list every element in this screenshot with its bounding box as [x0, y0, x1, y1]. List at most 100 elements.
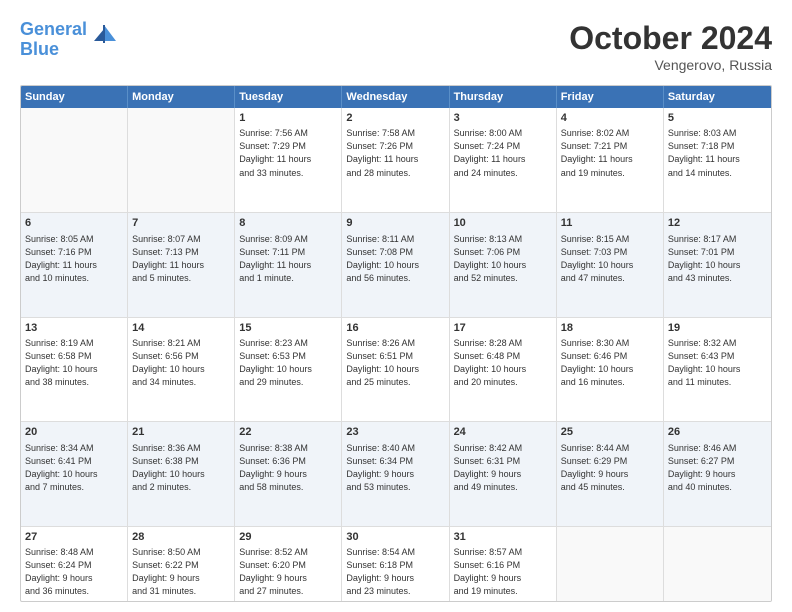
day-cell-13: 13Sunrise: 8:19 AM Sunset: 6:58 PM Dayli… — [21, 318, 128, 421]
day-cell-5: 5Sunrise: 8:03 AM Sunset: 7:18 PM Daylig… — [664, 108, 771, 212]
day-info: Sunrise: 8:15 AM Sunset: 7:03 PM Dayligh… — [561, 234, 634, 283]
day-info: Sunrise: 8:19 AM Sunset: 6:58 PM Dayligh… — [25, 338, 98, 387]
day-cell-1: 1 Sunrise: 7:56 AM Sunset: 7:29 PM Daylig… — [235, 108, 342, 212]
day-cell-31: 31 Sunrise: 8:57 AM Sunset: 6:16 PM Dayli… — [450, 527, 557, 602]
day-info: Sunrise: 8:54 AM Sunset: 6:18 PM Dayligh… — [346, 547, 415, 596]
day-info: Sunrise: 8:57 AM Sunset: 6:16 PM Dayligh… — [454, 547, 523, 596]
header-day-thursday: Thursday — [450, 86, 557, 108]
month-title: October 2024 — [569, 20, 772, 57]
day-cell-3: 3 Sunrise: 8:00 AM Sunset: 7:24 PM Daylig… — [450, 108, 557, 212]
day-info: Sunrise: 8:48 AM Sunset: 6:24 PM Dayligh… — [25, 547, 94, 596]
day-number: 18 — [561, 321, 659, 336]
empty-cell — [128, 108, 235, 212]
day-cell-17: 17 Sunrise: 8:28 AM Sunset: 6:48 PM Dayli… — [450, 318, 557, 421]
day-number: 23 — [346, 425, 444, 440]
day-info: Sunrise: 8:11 AM Sunset: 7:08 PM Dayligh… — [346, 234, 419, 283]
day-cell-9: 9 Sunrise: 8:11 AM Sunset: 7:08 PM Daylig… — [342, 213, 449, 316]
day-number: 10 — [454, 216, 552, 231]
day-cell-29: 29 Sunrise: 8:52 AM Sunset: 6:20 PM Dayli… — [235, 527, 342, 602]
logo-icon — [90, 21, 118, 54]
day-info: Sunrise: 8:44 AM Sunset: 6:29 PM Dayligh… — [561, 443, 630, 492]
day-cell-7: 7Sunrise: 8:07 AM Sunset: 7:13 PM Daylig… — [128, 213, 235, 316]
day-info: Sunrise: 8:50 AM Sunset: 6:22 PM Dayligh… — [132, 547, 201, 596]
calendar: SundayMondayTuesdayWednesdayThursdayFrid… — [20, 85, 772, 602]
day-cell-25: 25 Sunrise: 8:44 AM Sunset: 6:29 PM Dayli… — [557, 422, 664, 525]
day-info: Sunrise: 8:30 AM Sunset: 6:46 PM Dayligh… — [561, 338, 634, 387]
day-info: Sunrise: 8:00 AM Sunset: 7:24 PM Dayligh… — [454, 128, 526, 177]
logo-general: General — [20, 19, 87, 39]
day-number: 6 — [25, 216, 123, 231]
day-number: 15 — [239, 321, 337, 336]
day-cell-15: 15 Sunrise: 8:23 AM Sunset: 6:53 PM Dayli… — [235, 318, 342, 421]
subtitle: Vengerovo, Russia — [569, 57, 772, 73]
day-info: Sunrise: 8:13 AM Sunset: 7:06 PM Dayligh… — [454, 234, 527, 283]
day-number: 7 — [132, 216, 230, 231]
day-number: 17 — [454, 321, 552, 336]
day-number: 16 — [346, 321, 444, 336]
day-number: 21 — [132, 425, 230, 440]
day-number: 19 — [668, 321, 767, 336]
day-info: Sunrise: 8:28 AM Sunset: 6:48 PM Dayligh… — [454, 338, 527, 387]
day-info: Sunrise: 8:21 AM Sunset: 6:56 PM Dayligh… — [132, 338, 205, 387]
day-number: 9 — [346, 216, 444, 231]
day-info: Sunrise: 7:56 AM Sunset: 7:29 PM Dayligh… — [239, 128, 311, 177]
day-cell-2: 2 Sunrise: 7:58 AM Sunset: 7:26 PM Daylig… — [342, 108, 449, 212]
day-cell-12: 12Sunrise: 8:17 AM Sunset: 7:01 PM Dayli… — [664, 213, 771, 316]
title-block: October 2024 Vengerovo, Russia — [569, 20, 772, 73]
day-number: 11 — [561, 216, 659, 231]
day-cell-11: 11 Sunrise: 8:15 AM Sunset: 7:03 PM Dayli… — [557, 213, 664, 316]
day-cell-20: 20Sunrise: 8:34 AM Sunset: 6:41 PM Dayli… — [21, 422, 128, 525]
day-cell-16: 16 Sunrise: 8:26 AM Sunset: 6:51 PM Dayli… — [342, 318, 449, 421]
day-info: Sunrise: 7:58 AM Sunset: 7:26 PM Dayligh… — [346, 128, 418, 177]
day-info: Sunrise: 8:09 AM Sunset: 7:11 PM Dayligh… — [239, 234, 311, 283]
day-info: Sunrise: 8:40 AM Sunset: 6:34 PM Dayligh… — [346, 443, 415, 492]
day-cell-28: 28 Sunrise: 8:50 AM Sunset: 6:22 PM Dayli… — [128, 527, 235, 602]
day-cell-6: 6 Sunrise: 8:05 AM Sunset: 7:16 PM Daylig… — [21, 213, 128, 316]
calendar-body: 1 Sunrise: 7:56 AM Sunset: 7:29 PM Daylig… — [21, 108, 771, 602]
header: General Blue October 2024 Vengerovo, Rus… — [20, 20, 772, 73]
day-cell-14: 14Sunrise: 8:21 AM Sunset: 6:56 PM Dayli… — [128, 318, 235, 421]
day-number: 31 — [454, 530, 552, 545]
logo-block: General Blue — [20, 20, 87, 60]
header-day-sunday: Sunday — [21, 86, 128, 108]
day-number: 29 — [239, 530, 337, 545]
logo-blue: Blue — [20, 39, 59, 59]
day-info: Sunrise: 8:26 AM Sunset: 6:51 PM Dayligh… — [346, 338, 419, 387]
calendar-row-3: 20Sunrise: 8:34 AM Sunset: 6:41 PM Dayli… — [21, 421, 771, 525]
day-cell-21: 21 Sunrise: 8:36 AM Sunset: 6:38 PM Dayli… — [128, 422, 235, 525]
day-info: Sunrise: 8:17 AM Sunset: 7:01 PM Dayligh… — [668, 234, 741, 283]
day-info: Sunrise: 8:36 AM Sunset: 6:38 PM Dayligh… — [132, 443, 205, 492]
day-info: Sunrise: 8:05 AM Sunset: 7:16 PM Dayligh… — [25, 234, 97, 283]
header-day-friday: Friday — [557, 86, 664, 108]
day-number: 30 — [346, 530, 444, 545]
header-day-saturday: Saturday — [664, 86, 771, 108]
day-number: 4 — [561, 111, 659, 126]
day-cell-26: 26Sunrise: 8:46 AM Sunset: 6:27 PM Dayli… — [664, 422, 771, 525]
day-info: Sunrise: 8:42 AM Sunset: 6:31 PM Dayligh… — [454, 443, 523, 492]
empty-cell — [21, 108, 128, 212]
calendar-header: SundayMondayTuesdayWednesdayThursdayFrid… — [21, 86, 771, 108]
day-number: 2 — [346, 111, 444, 126]
day-cell-8: 8 Sunrise: 8:09 AM Sunset: 7:11 PM Daylig… — [235, 213, 342, 316]
day-cell-18: 18 Sunrise: 8:30 AM Sunset: 6:46 PM Dayli… — [557, 318, 664, 421]
day-number: 28 — [132, 530, 230, 545]
day-number: 20 — [25, 425, 123, 440]
day-number: 25 — [561, 425, 659, 440]
day-info: Sunrise: 8:38 AM Sunset: 6:36 PM Dayligh… — [239, 443, 308, 492]
day-cell-27: 27Sunrise: 8:48 AM Sunset: 6:24 PM Dayli… — [21, 527, 128, 602]
day-number: 8 — [239, 216, 337, 231]
day-number: 1 — [239, 111, 337, 126]
day-info: Sunrise: 8:32 AM Sunset: 6:43 PM Dayligh… — [668, 338, 741, 387]
header-day-wednesday: Wednesday — [342, 86, 449, 108]
day-number: 24 — [454, 425, 552, 440]
day-number: 3 — [454, 111, 552, 126]
day-cell-23: 23 Sunrise: 8:40 AM Sunset: 6:34 PM Dayli… — [342, 422, 449, 525]
day-info: Sunrise: 8:23 AM Sunset: 6:53 PM Dayligh… — [239, 338, 312, 387]
calendar-row-1: 6 Sunrise: 8:05 AM Sunset: 7:16 PM Daylig… — [21, 212, 771, 316]
day-number: 5 — [668, 111, 767, 126]
empty-cell — [664, 527, 771, 602]
header-day-tuesday: Tuesday — [235, 86, 342, 108]
calendar-row-4: 27Sunrise: 8:48 AM Sunset: 6:24 PM Dayli… — [21, 526, 771, 602]
logo: General Blue — [20, 20, 118, 60]
day-info: Sunrise: 8:52 AM Sunset: 6:20 PM Dayligh… — [239, 547, 308, 596]
